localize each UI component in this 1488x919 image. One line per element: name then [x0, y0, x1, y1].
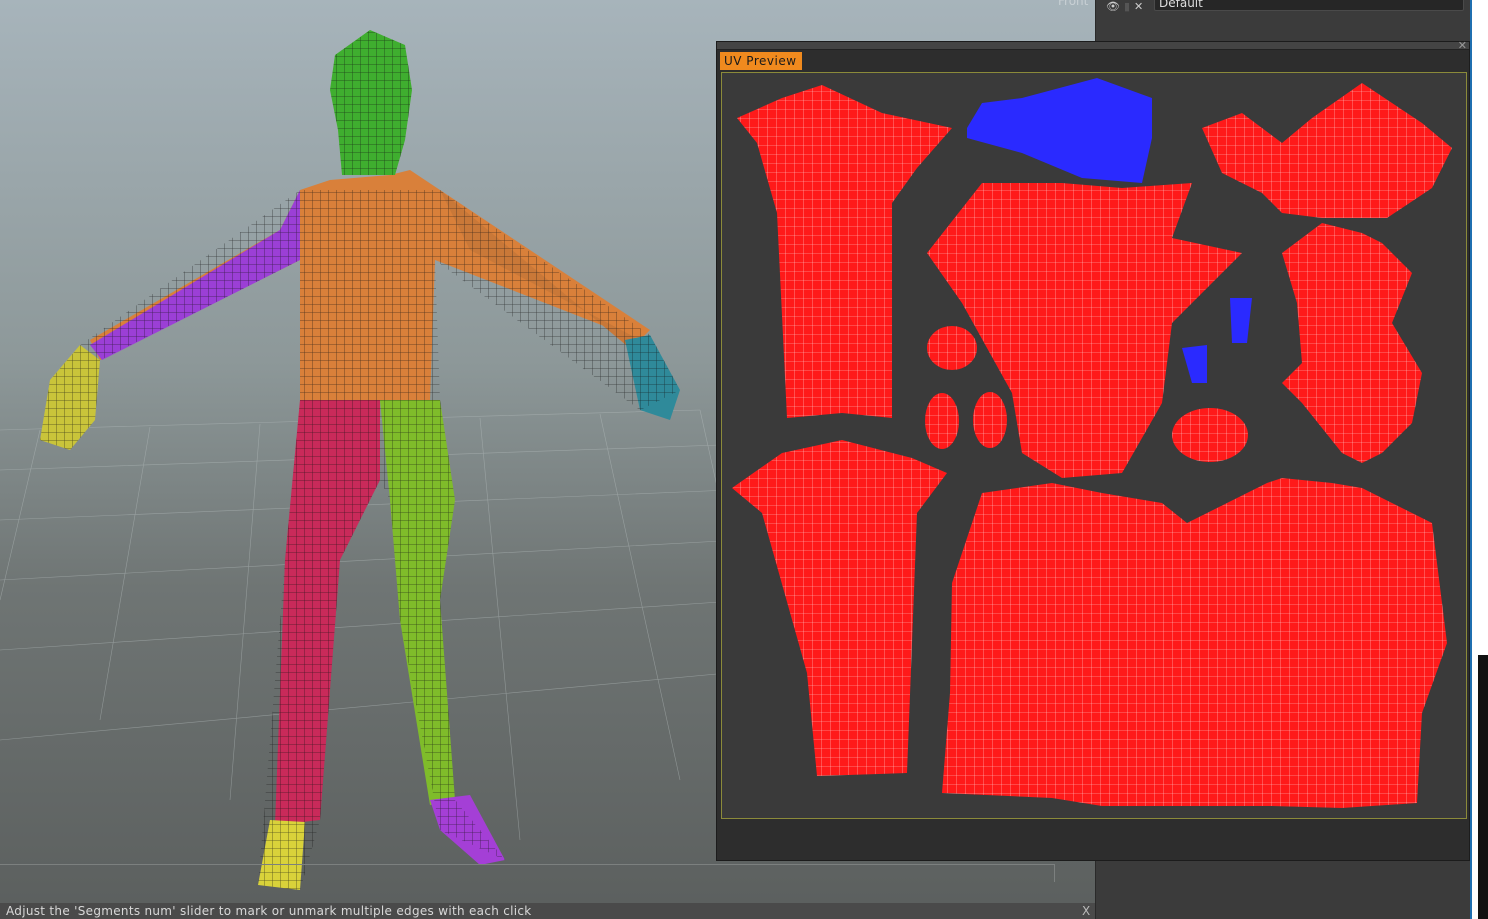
- uv-island-arm-lower: [732, 440, 947, 776]
- uv-island-torso: [942, 478, 1447, 808]
- uv-islands: [732, 78, 1452, 808]
- uv-island-hand-2: [1282, 223, 1422, 463]
- uv-island-arm-upper: [737, 85, 952, 418]
- window-titlebar[interactable]: ✕: [717, 39, 1469, 52]
- uv-preview-window: ✕ UV Preview: [716, 39, 1470, 861]
- tab-uv-preview[interactable]: UV Preview: [720, 52, 802, 70]
- uv-island-small-blue-2: [1182, 345, 1207, 383]
- window-edge-dark: [1478, 655, 1488, 919]
- layer-name-field[interactable]: Default: [1154, 0, 1464, 11]
- close-icon[interactable]: ✕: [1134, 0, 1143, 13]
- uv-canvas[interactable]: [721, 72, 1467, 819]
- uv-island-mouth: [1172, 408, 1248, 462]
- lock-icon[interactable]: ▮: [1124, 0, 1130, 13]
- uv-island-scalp: [967, 78, 1152, 183]
- close-icon[interactable]: ✕: [1458, 39, 1467, 52]
- uv-island-eye-2: [973, 392, 1007, 448]
- status-bar: Adjust the 'Segments num' slider to mark…: [0, 903, 1095, 919]
- character-model: [40, 30, 680, 890]
- uv-island-small-blue-1: [1230, 298, 1252, 343]
- status-close-button[interactable]: X: [1082, 903, 1091, 919]
- uv-island-eye-1: [925, 393, 959, 449]
- eye-icon[interactable]: 👁: [1106, 0, 1120, 13]
- status-message: Adjust the 'Segments num' slider to mark…: [6, 904, 532, 918]
- viewport-label: Front: [1058, 0, 1089, 8]
- uv-island-ear: [927, 326, 977, 370]
- timeline-frame: [0, 864, 1055, 882]
- uv-island-hand-1: [1202, 83, 1452, 218]
